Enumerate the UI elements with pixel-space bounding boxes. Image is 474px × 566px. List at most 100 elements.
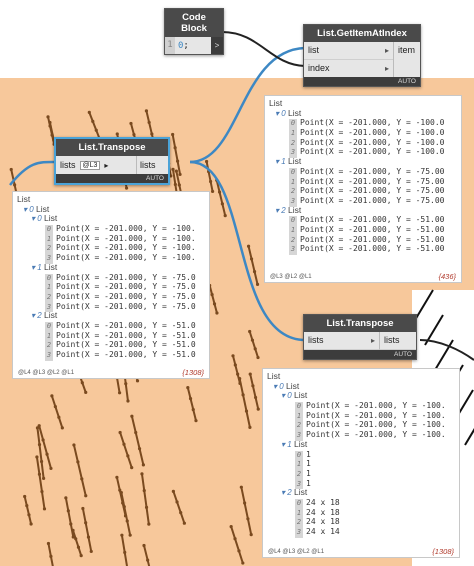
geometry-point: [229, 524, 233, 529]
preview-bubble-get-item[interactable]: List ▾ 0 List 0 Point(X = -201.000, Y = -10…: [264, 95, 462, 283]
preview-bubble-transpose-1[interactable]: List ▾ 0 List ▾ 0 List 0 Point(X = -201.000,…: [12, 191, 210, 379]
output-port-item[interactable]: item: [394, 42, 420, 59]
geometry-point: [9, 167, 13, 172]
code-block-node[interactable]: Code Block 1 0; >: [164, 8, 224, 55]
list-item[interactable]: 1 Point(X = -201.000, Y = -75.00: [269, 177, 457, 188]
geometry-line: [88, 112, 101, 140]
geometry-point: [124, 382, 128, 386]
item-value: 24 x 18: [306, 507, 340, 517]
list-item[interactable]: 2 Point(X = -201.000, Y = -100.: [267, 420, 455, 432]
list-item[interactable]: 2 Point(X = -201.000, Y = -51.0: [17, 340, 205, 352]
list-node: ▾ 1 List: [267, 439, 455, 450]
input-port-lists[interactable]: lists: [60, 160, 76, 170]
list-item[interactable]: 2 24 x 18: [267, 517, 455, 529]
item-value: Point(X = -201.000, Y = -75.0: [56, 301, 196, 311]
get-item-at-index-node[interactable]: List.GetItemAtIndex list ▸ index ▸ item AU…: [303, 24, 421, 87]
list-item[interactable]: 0 Point(X = -201.000, Y = -51.00: [269, 215, 457, 226]
list-item[interactable]: 1 Point(X = -201.000, Y = -51.0: [17, 331, 205, 342]
geometry-point: [76, 545, 81, 549]
list-levels: @L4 @L3 @L2 @L1: [268, 548, 325, 555]
geometry-line: [186, 387, 197, 421]
item-count: {1308}: [432, 547, 454, 556]
geometry-point: [122, 505, 126, 509]
preview-footer: @L4 @L3 @L2 @L1 {1308}: [263, 546, 459, 557]
geometry-line: [72, 530, 83, 556]
list-item[interactable]: 1 24 x 18: [267, 507, 455, 519]
geometry-point: [249, 257, 254, 261]
geometry-point: [134, 430, 138, 435]
output-port[interactable]: >: [211, 37, 223, 54]
list-item[interactable]: 11: [267, 459, 455, 470]
list-item[interactable]: 1 Point(X = -201.000, Y = -100.: [17, 234, 205, 245]
list-item[interactable]: 2 Point(X = -201.000, Y = -75.00: [269, 186, 457, 197]
geometry-point: [253, 347, 257, 351]
geometry-point: [45, 452, 49, 456]
list-item[interactable]: 2 Point(X = -201.000, Y = -51.00: [269, 235, 457, 246]
output-port-lists[interactable]: lists: [136, 156, 168, 174]
list-item[interactable]: 0 Point(X = -201.000, Y = -100.: [17, 224, 205, 235]
item-index: 3: [45, 351, 53, 361]
line-number: 1: [165, 37, 175, 54]
geometry-point: [80, 477, 84, 481]
geometry-line: [208, 285, 218, 314]
list-item[interactable]: 2 Point(X = -201.000, Y = -75.0: [17, 292, 205, 303]
geometry-point: [50, 394, 54, 398]
list-item[interactable]: 2 Point(X = -201.000, Y = -100.0: [269, 138, 457, 149]
list-item[interactable]: 1 Point(X = -201.000, Y = -100.: [267, 410, 455, 422]
item-value: Point(X = -201.000, Y = -75.0: [56, 282, 196, 292]
list-item[interactable]: 0 Point(X = -201.000, Y = -51.0: [17, 321, 205, 332]
geometry-line: [464, 428, 474, 446]
input-port-index[interactable]: index ▸: [304, 60, 393, 77]
list-item[interactable]: 3 24 x 14: [267, 527, 455, 538]
list-transpose-node-2[interactable]: List.Transpose lists ▸ lists AUTO: [303, 314, 417, 360]
lacing-label: AUTO: [56, 174, 168, 183]
item-value: 24 x 14: [306, 527, 340, 536]
geometry-point: [76, 460, 80, 464]
item-value: Point(X = -201.000, Y = -100.0: [300, 128, 445, 138]
list-item[interactable]: 1 Point(X = -201.000, Y = -75.0: [17, 282, 205, 293]
geometry-point: [123, 550, 127, 554]
list-transpose-node-1[interactable]: List.Transpose lists @L3 ▸ lists AUTO: [54, 137, 170, 185]
geometry-point: [140, 472, 144, 476]
geometry-point: [141, 463, 145, 467]
list-label: List: [41, 213, 58, 224]
input-port-list[interactable]: list ▸: [304, 42, 393, 60]
item-value: Point(X = -201.000, Y = -100.: [306, 410, 446, 420]
list-item[interactable]: 2 Point(X = -201.000, Y = -100.: [17, 243, 205, 255]
geometry-point: [204, 159, 209, 164]
geometry-point: [244, 409, 249, 413]
code-editor[interactable]: 1 0; >: [165, 37, 223, 54]
geometry-point: [256, 355, 260, 360]
geometry-point: [27, 513, 31, 517]
list-item[interactable]: 21: [267, 469, 455, 480]
geometry-point: [119, 490, 123, 495]
list-level-badge[interactable]: @L3: [79, 160, 101, 170]
list-item[interactable]: 1 Point(X = -201.000, Y = -51.00: [269, 225, 457, 236]
list-label: List: [41, 261, 58, 272]
item-value: 1: [306, 478, 311, 488]
geometry-line: [240, 486, 253, 535]
item-value: Point(X = -201.000, Y = -75.00: [300, 186, 445, 196]
geometry-point: [174, 169, 178, 173]
list-item[interactable]: 0 Point(X = -201.000, Y = -100.0: [269, 118, 457, 130]
list-item[interactable]: 3 Point(X = -201.000, Y = -51.0: [17, 350, 205, 361]
geometry-line: [205, 161, 214, 192]
code-text[interactable]: 0;: [175, 41, 211, 51]
geometry-point: [23, 494, 27, 499]
geometry-line: [119, 432, 133, 468]
list-item[interactable]: 1 Point(X = -201.000, Y = -100.0: [269, 128, 457, 139]
geometry-point: [210, 189, 215, 194]
input-port-lists[interactable]: lists ▸: [304, 332, 379, 350]
geometry-point: [215, 311, 219, 315]
item-value: Point(X = -201.000, Y = -51.0: [56, 350, 196, 359]
list-item[interactable]: 0 Point(X = -201.000, Y = -75.00: [269, 167, 457, 178]
item-value: 1: [306, 459, 311, 469]
list-item[interactable]: 01: [267, 450, 455, 461]
list-item[interactable]: 0 Point(X = -201.000, Y = -100.: [267, 401, 455, 412]
list-item[interactable]: 0 Point(X = -201.000, Y = -75.0: [17, 273, 205, 284]
preview-bubble-transpose-2[interactable]: List ▾ 0 List ▾ 0 List 0 Point(X = -201.000,…: [262, 368, 460, 558]
geometry-point: [182, 521, 186, 525]
list-item[interactable]: 0 24 x 18: [267, 498, 455, 509]
output-port-lists[interactable]: lists: [379, 332, 416, 350]
list-item[interactable]: 3 Point(X = -201.000, Y = -51.00: [269, 244, 457, 256]
